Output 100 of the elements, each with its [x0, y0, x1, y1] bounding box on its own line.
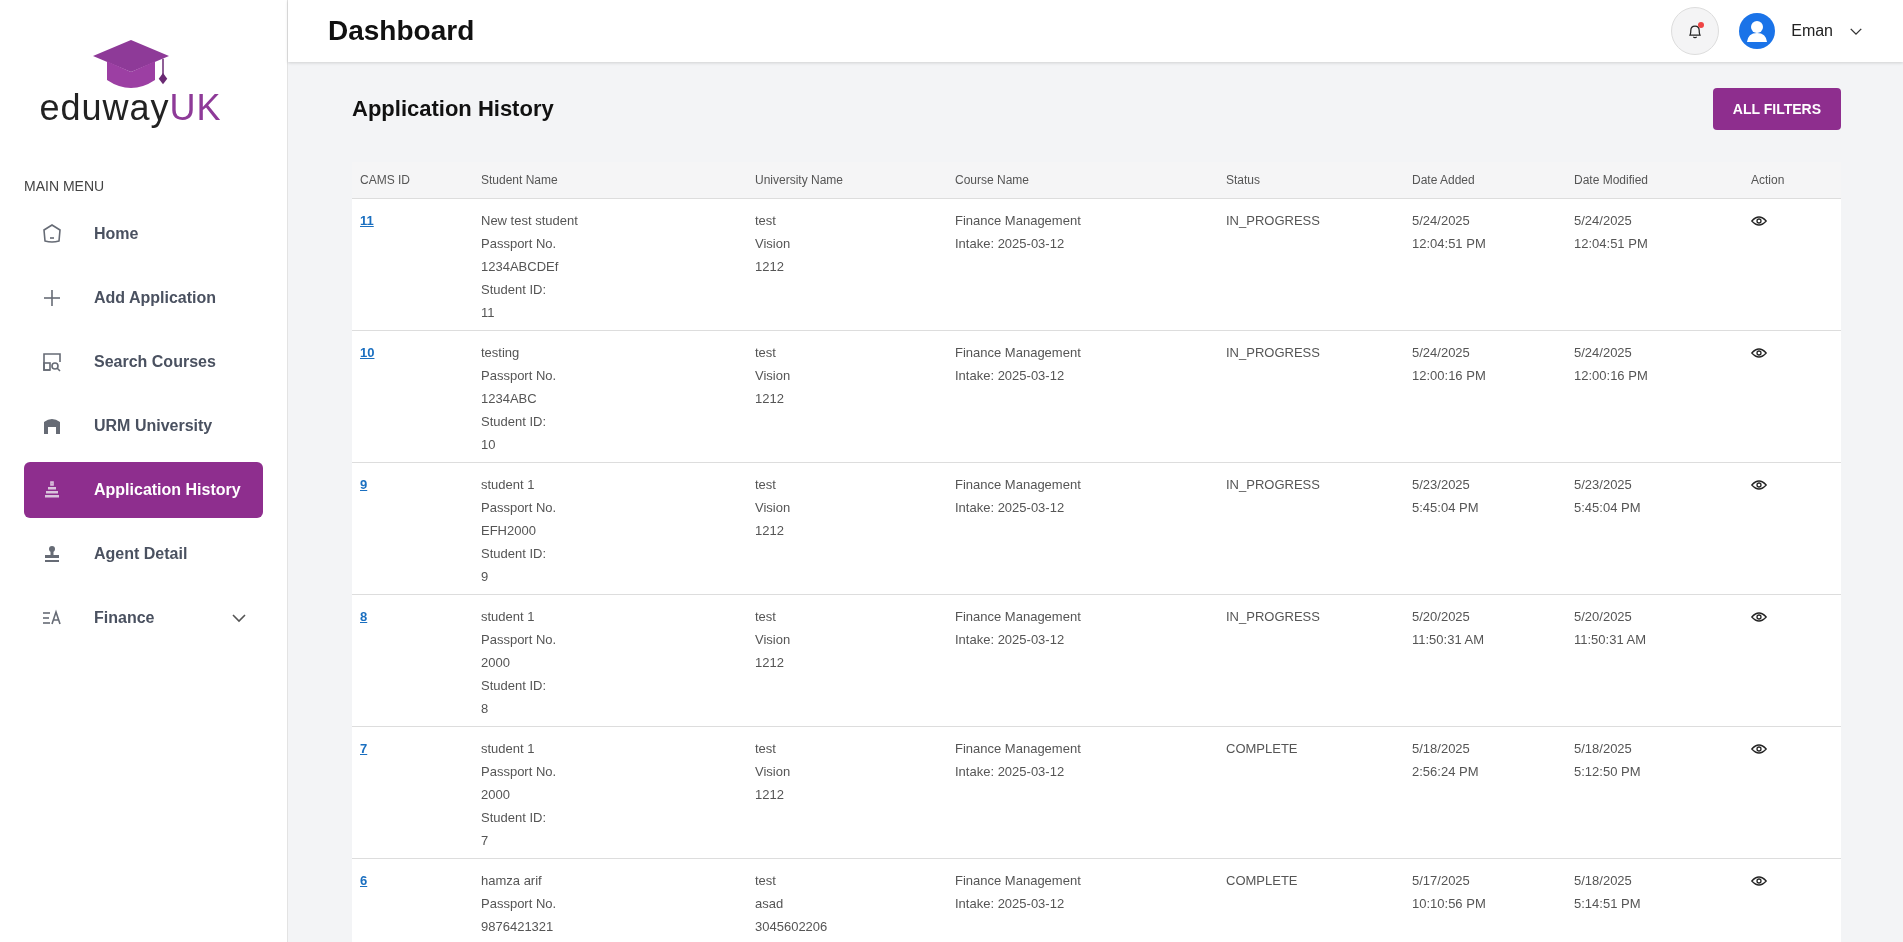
- cell-text: 1234ABCDEf: [481, 258, 559, 276]
- cell-text: 5/24/2025: [1412, 344, 1470, 362]
- cell-text: 5/18/2025: [1574, 740, 1632, 758]
- cell-text: test: [755, 608, 776, 626]
- cell-text: student 1: [481, 740, 535, 758]
- cell-text: 1212: [755, 390, 784, 408]
- cell-text: Passport No.: [481, 763, 557, 781]
- cell-text: test: [755, 872, 776, 890]
- cell-text: 5/18/2025: [1574, 872, 1632, 890]
- eye-icon[interactable]: [1751, 875, 1767, 887]
- cell-text: EFH2000: [481, 522, 536, 540]
- cell-text: 12:04:51 PM: [1574, 235, 1648, 253]
- cell-text: 5/23/2025: [1574, 476, 1632, 494]
- chevron-down-icon: [231, 612, 247, 623]
- cell-text: 8: [481, 700, 489, 718]
- all-filters-button[interactable]: ALL FILTERS: [1712, 88, 1841, 130]
- cams-id-link[interactable]: 6: [360, 869, 368, 892]
- cell-text: Intake: 2025-03-12: [955, 631, 1065, 649]
- cell-text: Finance Management: [955, 212, 1081, 230]
- cams-id-link[interactable]: 10: [360, 341, 375, 364]
- cell-text: Passport No.: [481, 235, 557, 253]
- cell-text: Vision: [755, 499, 791, 517]
- logo-wordmark: eduwayUK: [39, 88, 222, 128]
- nav-item[interactable]: Agent Detail: [24, 525, 263, 582]
- column-header: CAMS ID: [359, 173, 411, 187]
- cell-text: test: [755, 212, 776, 230]
- cell-text: test: [755, 740, 776, 758]
- status-text: IN_PROGRESS: [1226, 476, 1320, 494]
- cell-text: 2000: [481, 654, 510, 672]
- cell-text: 5/20/2025: [1412, 608, 1470, 626]
- cell-text: 9876421321: [481, 918, 554, 936]
- cell-text: Student ID:: [481, 281, 547, 299]
- status-text: COMPLETE: [1226, 740, 1298, 758]
- cell-text: testing: [481, 344, 520, 362]
- cell-text: Intake: 2025-03-12: [955, 235, 1065, 253]
- cell-text: 5/23/2025: [1412, 476, 1470, 494]
- cell-text: Intake: 2025-03-12: [955, 895, 1065, 913]
- column-header: Action: [1750, 173, 1786, 187]
- cell-text: 1212: [755, 522, 784, 540]
- cell-text: test: [755, 476, 776, 494]
- eye-icon[interactable]: [1751, 215, 1767, 227]
- cell-text: 10: [481, 436, 496, 454]
- cams-id-link[interactable]: 11: [360, 209, 374, 232]
- cell-text: Passport No.: [481, 631, 557, 649]
- eye-icon[interactable]: [1751, 611, 1767, 623]
- cell-text: Passport No.: [481, 895, 557, 913]
- cell-text: 3045602206: [755, 918, 828, 936]
- cell-text: student 1: [481, 608, 535, 626]
- cell-text: 11:50:31 AM: [1412, 631, 1485, 649]
- nav-item[interactable]: URM University: [24, 397, 263, 454]
- cell-text: Vision: [755, 367, 791, 385]
- eye-icon[interactable]: [1751, 479, 1767, 491]
- cell-text: 5/24/2025: [1412, 212, 1470, 230]
- column-header: Status: [1225, 173, 1262, 187]
- column-header: Course Name: [954, 173, 1031, 187]
- cell-text: 12:00:16 PM: [1574, 367, 1648, 385]
- cams-id-link[interactable]: 8: [360, 605, 368, 628]
- status-text: IN_PROGRESS: [1226, 212, 1320, 230]
- menu-heading: MAIN MENU: [24, 177, 106, 194]
- cell-text: 5:12:50 PM: [1574, 763, 1641, 781]
- nav-item[interactable]: Home: [24, 205, 263, 262]
- cell-text: 5/18/2025: [1412, 740, 1470, 758]
- eye-icon[interactable]: [1751, 347, 1767, 359]
- cell-text: Finance Management: [955, 608, 1081, 626]
- cell-text: Passport No.: [481, 499, 557, 517]
- eye-icon[interactable]: [1751, 743, 1767, 755]
- section-title: Application History: [352, 96, 554, 122]
- column-header: Date Modified: [1573, 173, 1650, 187]
- page-title: Dashboard: [328, 15, 475, 47]
- graduation-cap-icon: [92, 40, 169, 88]
- user-name[interactable]: Eman: [1791, 22, 1833, 40]
- nav-item[interactable]: Application History: [24, 461, 263, 518]
- cell-text: 9: [481, 568, 489, 586]
- user-avatar-icon[interactable]: [1739, 13, 1776, 49]
- cell-text: Intake: 2025-03-12: [955, 499, 1065, 517]
- nav-item[interactable]: Finance: [24, 589, 263, 646]
- cell-text: 11:50:31 AM: [1574, 631, 1647, 649]
- cell-text: 12:00:16 PM: [1412, 367, 1486, 385]
- cell-text: 12:04:51 PM: [1412, 235, 1486, 253]
- cams-id-link[interactable]: 9: [360, 473, 368, 496]
- nav-item[interactable]: Search Courses: [24, 333, 263, 390]
- cell-text: 5:45:04 PM: [1412, 499, 1479, 517]
- column-header: University Name: [754, 173, 845, 187]
- notification-button[interactable]: [1671, 7, 1720, 55]
- nav-item[interactable]: Add Application: [24, 269, 263, 326]
- cell-text: 2000: [481, 786, 510, 804]
- chevron-down-icon[interactable]: [1849, 26, 1863, 36]
- cell-text: Student ID:: [481, 413, 547, 431]
- cell-text: 1212: [755, 258, 784, 276]
- cell-text: Vision: [755, 631, 791, 649]
- cell-text: 5/24/2025: [1574, 344, 1632, 362]
- cell-text: Student ID:: [481, 677, 547, 695]
- cell-text: 1212: [755, 654, 784, 672]
- cell-text: Student ID:: [481, 545, 547, 563]
- cell-text: test: [755, 344, 776, 362]
- cell-text: 1212: [755, 786, 784, 804]
- cell-text: 5/24/2025: [1574, 212, 1632, 230]
- cams-id-link[interactable]: 7: [360, 737, 368, 760]
- cell-text: 11: [481, 304, 495, 322]
- cell-text: Vision: [755, 763, 791, 781]
